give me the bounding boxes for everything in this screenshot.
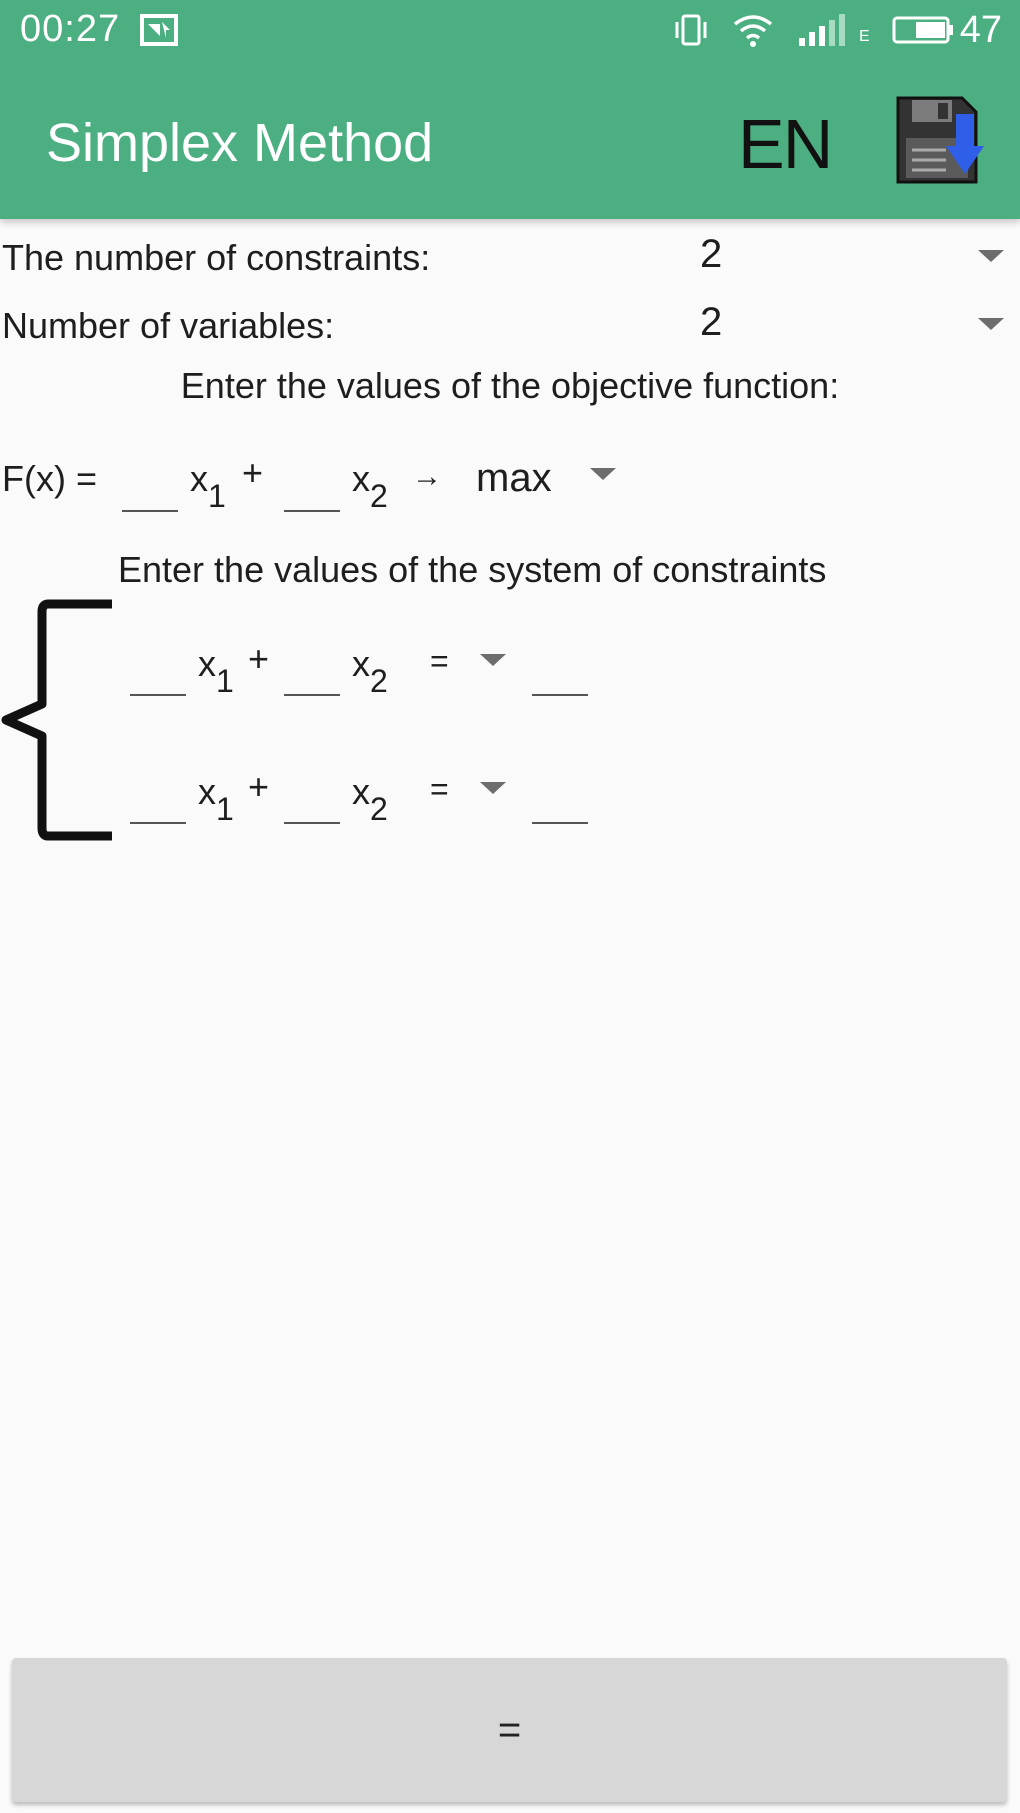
constraint-1-var-2: x2 [352, 643, 388, 699]
floppy-save-icon[interactable] [896, 96, 984, 184]
objective-arrow: → [412, 460, 442, 493]
constraint-2-plus: + [248, 766, 270, 807]
system-brace [1, 599, 112, 841]
objective-prefix: F(x) = [2, 458, 97, 499]
constraint-1-rhs-input[interactable] [532, 656, 588, 696]
constraint-1-plus: + [248, 638, 270, 679]
constraint-2-rhs-input[interactable] [532, 784, 588, 824]
signal-icon [799, 14, 846, 46]
constraint-1-sign-select[interactable]: = [430, 643, 449, 680]
status-icons: E 47 [673, 6, 1002, 54]
objective-coef-1-input[interactable] [122, 472, 178, 512]
constraint-2-coef-1-input[interactable] [130, 784, 186, 824]
objective-prompt: Enter the values of the objective functi… [180, 365, 840, 406]
constraint-2-sign-dropdown-icon[interactable] [480, 782, 506, 794]
objective-var-2: x2 [352, 458, 388, 514]
constraint-1-var-1: x1 [198, 643, 234, 699]
constraints-count-dropdown-icon[interactable] [978, 250, 1004, 262]
status-time: 00:27 [20, 8, 121, 50]
objective-plus: + [242, 452, 264, 493]
language-button[interactable]: EN [738, 104, 833, 184]
constraint-1-coef-2-input[interactable] [284, 656, 340, 696]
app-bar: 00:27 E 47 Simplex Method EN [0, 0, 1020, 219]
wifi-icon [733, 15, 773, 47]
vibrate-icon [675, 14, 707, 46]
constraint-2-var-2: x2 [352, 771, 388, 827]
objective-direction-select[interactable]: max [476, 456, 552, 501]
objective-var-1: x1 [190, 458, 226, 514]
constraint-2-var-1: x1 [198, 771, 234, 827]
constraints-count-label: The number of constraints: [2, 237, 431, 278]
calculate-button[interactable]: = [12, 1658, 1007, 1802]
constraint-2-sign-select[interactable]: = [430, 771, 449, 808]
variables-count-dropdown-icon[interactable] [978, 318, 1004, 330]
app-title: Simplex Method [46, 113, 434, 173]
objective-coef-2-input[interactable] [284, 472, 340, 512]
constraint-1-coef-1-input[interactable] [130, 656, 186, 696]
variables-count-label: Number of variables: [2, 305, 335, 346]
battery-level: 47 [959, 8, 1002, 51]
variables-count-value[interactable]: 2 [700, 300, 722, 345]
battery-icon [892, 16, 953, 44]
notification-image-icon [140, 14, 178, 46]
constraint-1-sign-dropdown-icon[interactable] [480, 654, 506, 666]
objective-direction-dropdown-icon[interactable] [590, 468, 616, 480]
constraint-2-coef-2-input[interactable] [284, 784, 340, 824]
constraints-prompt: Enter the values of the system of constr… [118, 549, 827, 590]
network-type-label: E [859, 28, 870, 45]
constraints-count-value[interactable]: 2 [700, 232, 722, 277]
